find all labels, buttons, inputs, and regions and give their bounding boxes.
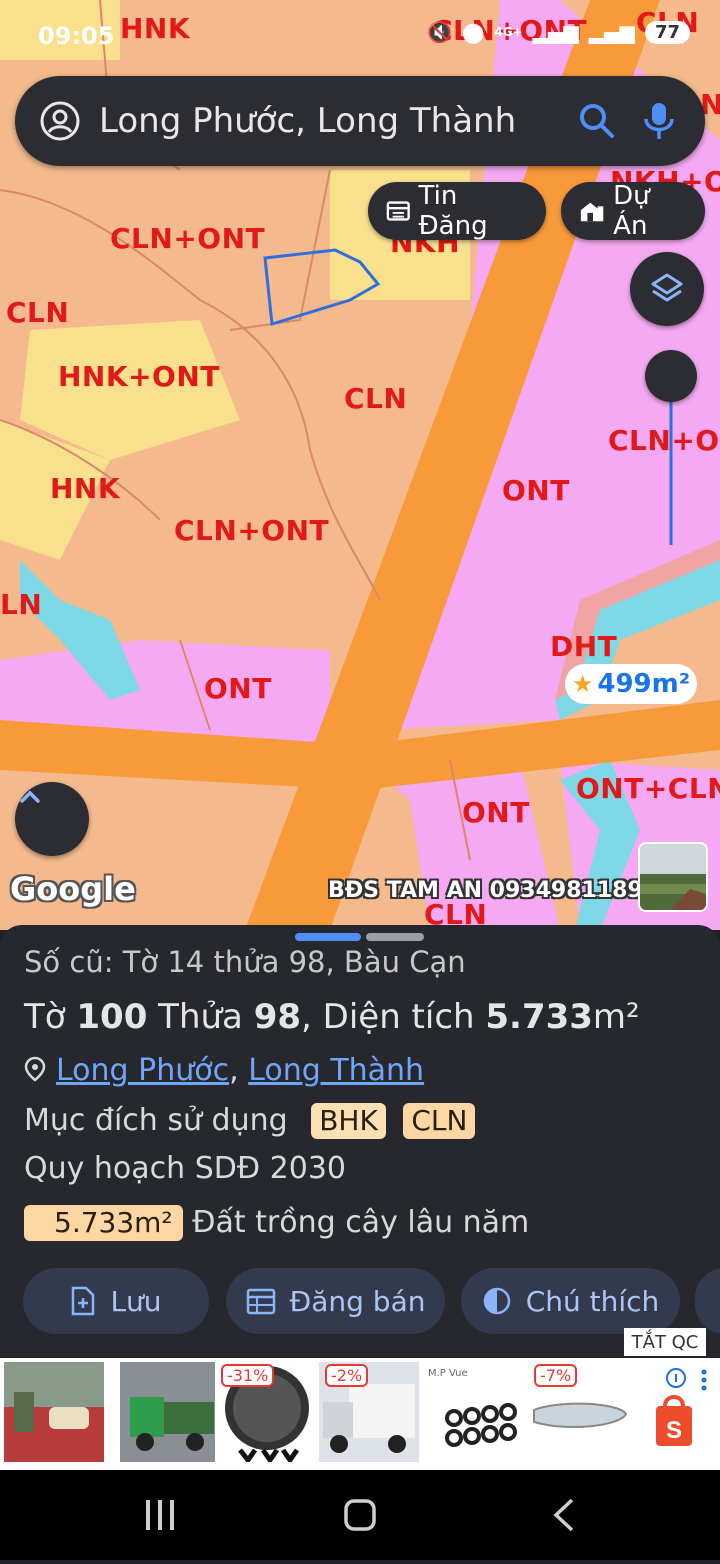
discount-badge: -7% <box>534 1364 578 1387</box>
posts-chip[interactable]: Tin Đăng <box>368 181 546 241</box>
listing-icon <box>386 201 410 221</box>
legend-button-label: Chú thích <box>525 1284 660 1318</box>
post-for-sale-button[interactable]: Đăng bán <box>226 1268 445 1334</box>
status-time: 09:05 <box>38 22 115 50</box>
zone-label: ONT <box>462 796 530 829</box>
usage-purpose: Mục đích sử dụng BHK CLN <box>24 1103 476 1139</box>
back-button[interactable] <box>553 1498 574 1532</box>
ad-image-rings[interactable]: M.P Vue <box>424 1362 524 1462</box>
planning-type: Đất trồng cây lâu năm <box>192 1205 530 1240</box>
system-nav-bar <box>0 1470 720 1560</box>
area-value: 5.733 <box>485 997 593 1037</box>
zone-label: CLN+ONT <box>174 514 330 547</box>
location-icon: ⬤ <box>461 20 485 44</box>
location-pin-icon <box>24 1056 46 1082</box>
zone-label: HNK+ONT <box>58 360 220 393</box>
purpose-tag: BHK <box>311 1103 386 1139</box>
discount-badge: -2% <box>325 1364 369 1387</box>
purpose-tag: CLN <box>403 1103 476 1139</box>
area-badge[interactable]: ★ 499m² <box>565 664 697 704</box>
planning-detail: 5.733m² Đất trồng cây lâu năm <box>24 1205 529 1241</box>
zone-label: HNK <box>120 12 191 45</box>
ad-image-truck[interactable] <box>120 1362 220 1462</box>
google-logo: Google <box>10 870 136 908</box>
ad-image-speaker-grille[interactable]: -31% <box>215 1362 315 1462</box>
zone-label: CLN+ONT <box>608 424 720 457</box>
opacity-slider-handle[interactable] <box>645 350 697 402</box>
area-badge-label: 499m² <box>597 669 691 699</box>
planning-title: Quy hoạch SDĐ 2030 <box>24 1151 346 1186</box>
layers-button[interactable] <box>630 252 704 326</box>
plot-label: Thửa <box>147 997 254 1037</box>
search-icon[interactable] <box>577 101 617 141</box>
zone-label: ONT+CLN <box>576 772 720 805</box>
chevron-up-icon <box>20 790 40 803</box>
status-icons: 🔇 ⬤ 4G+ ▂▄▆ ▂▄▆ 77 <box>427 20 690 44</box>
ad-brand-label: M.P Vue <box>428 1368 468 1379</box>
home-button[interactable] <box>344 1499 376 1531</box>
projects-chip[interactable]: Dự Án <box>561 181 705 241</box>
post-for-sale-label: Đăng bán <box>289 1284 426 1318</box>
old-reference: Số cũ: Tờ 14 thửa 98, Bàu Cạn <box>24 945 466 979</box>
legend-button[interactable]: Chú thích <box>461 1268 680 1334</box>
mute-icon: 🔇 <box>427 20 452 44</box>
plot-number: 98 <box>253 997 302 1037</box>
ad-close-button[interactable]: TẮT QC <box>624 1328 706 1356</box>
search-bar[interactable]: Long Phước, Long Thành <box>15 76 705 166</box>
ad-image-car[interactable] <box>4 1362 104 1462</box>
ad-shopee-logo[interactable]: S <box>632 1362 718 1462</box>
save-button[interactable]: Lưu <box>23 1268 209 1334</box>
purpose-label: Mục đích sử dụng <box>24 1103 288 1138</box>
battery-indicator: 77 <box>644 20 690 44</box>
signal-icon: ▂▄▆ <box>588 20 635 44</box>
ward-link[interactable]: Long Phước <box>56 1053 229 1088</box>
satellite-thumbnail <box>640 844 706 910</box>
parcel-summary: Tờ 100 Thửa 98, Diện tích 5.733m² <box>24 997 640 1037</box>
location-line: Long Phước, Long Thành <box>24 1053 424 1088</box>
network-type: 4G+ <box>494 25 523 39</box>
building-icon <box>580 202 604 222</box>
zone-label: DHT <box>550 630 618 663</box>
account-icon[interactable] <box>39 100 81 142</box>
discount-badge: -31% <box>221 1364 275 1387</box>
zone-label: CLN+ONT <box>110 222 266 255</box>
sheet-handle[interactable] <box>366 933 424 941</box>
ad-banner[interactable]: -31% -2% M.P Vue -7% S <box>0 1358 720 1470</box>
zone-label: CLN <box>6 296 70 329</box>
calendar-icon <box>246 1288 275 1315</box>
posts-chip-label: Tin Đăng <box>418 181 488 241</box>
sheet-number: 100 <box>76 997 148 1037</box>
add-file-icon <box>72 1286 95 1316</box>
sheet-handle-active[interactable] <box>295 933 361 941</box>
save-button-label: Lưu <box>110 1284 162 1318</box>
star-icon: ★ <box>571 670 594 698</box>
zone-label: LN <box>0 588 43 621</box>
projects-chip-label: Dự Án <box>613 181 650 241</box>
zone-label: ONT <box>204 672 272 705</box>
ad-image-van[interactable]: -2% <box>319 1362 419 1462</box>
planning-area: 5.733m² <box>24 1205 183 1241</box>
signal-icon: ▂▄▆ <box>532 20 579 44</box>
area-unit: m² <box>592 997 640 1037</box>
zone-label: HNK <box>50 472 121 505</box>
satellite-view-toggle[interactable] <box>638 842 708 912</box>
svg-text:S: S <box>666 1417 682 1444</box>
layers-icon <box>651 273 683 302</box>
microphone-icon[interactable] <box>641 101 677 141</box>
zone-label: CLN <box>344 382 408 415</box>
watermark-text: BĐS TAM AN 0934981189 <box>328 878 643 903</box>
contrast-icon <box>483 1287 510 1315</box>
recent-apps-button[interactable] <box>146 1500 174 1530</box>
search-input[interactable]: Long Phước, Long Thành <box>99 101 577 141</box>
zone-label: ONT <box>502 474 570 507</box>
ad-image-mirror[interactable]: -7% <box>528 1362 628 1462</box>
area-label: , Diện tích <box>301 997 486 1037</box>
expand-up-button[interactable] <box>15 782 89 856</box>
location-separator: , <box>229 1053 249 1088</box>
district-link[interactable]: Long Thành <box>248 1053 424 1088</box>
sheet-label: Tờ <box>24 997 77 1037</box>
